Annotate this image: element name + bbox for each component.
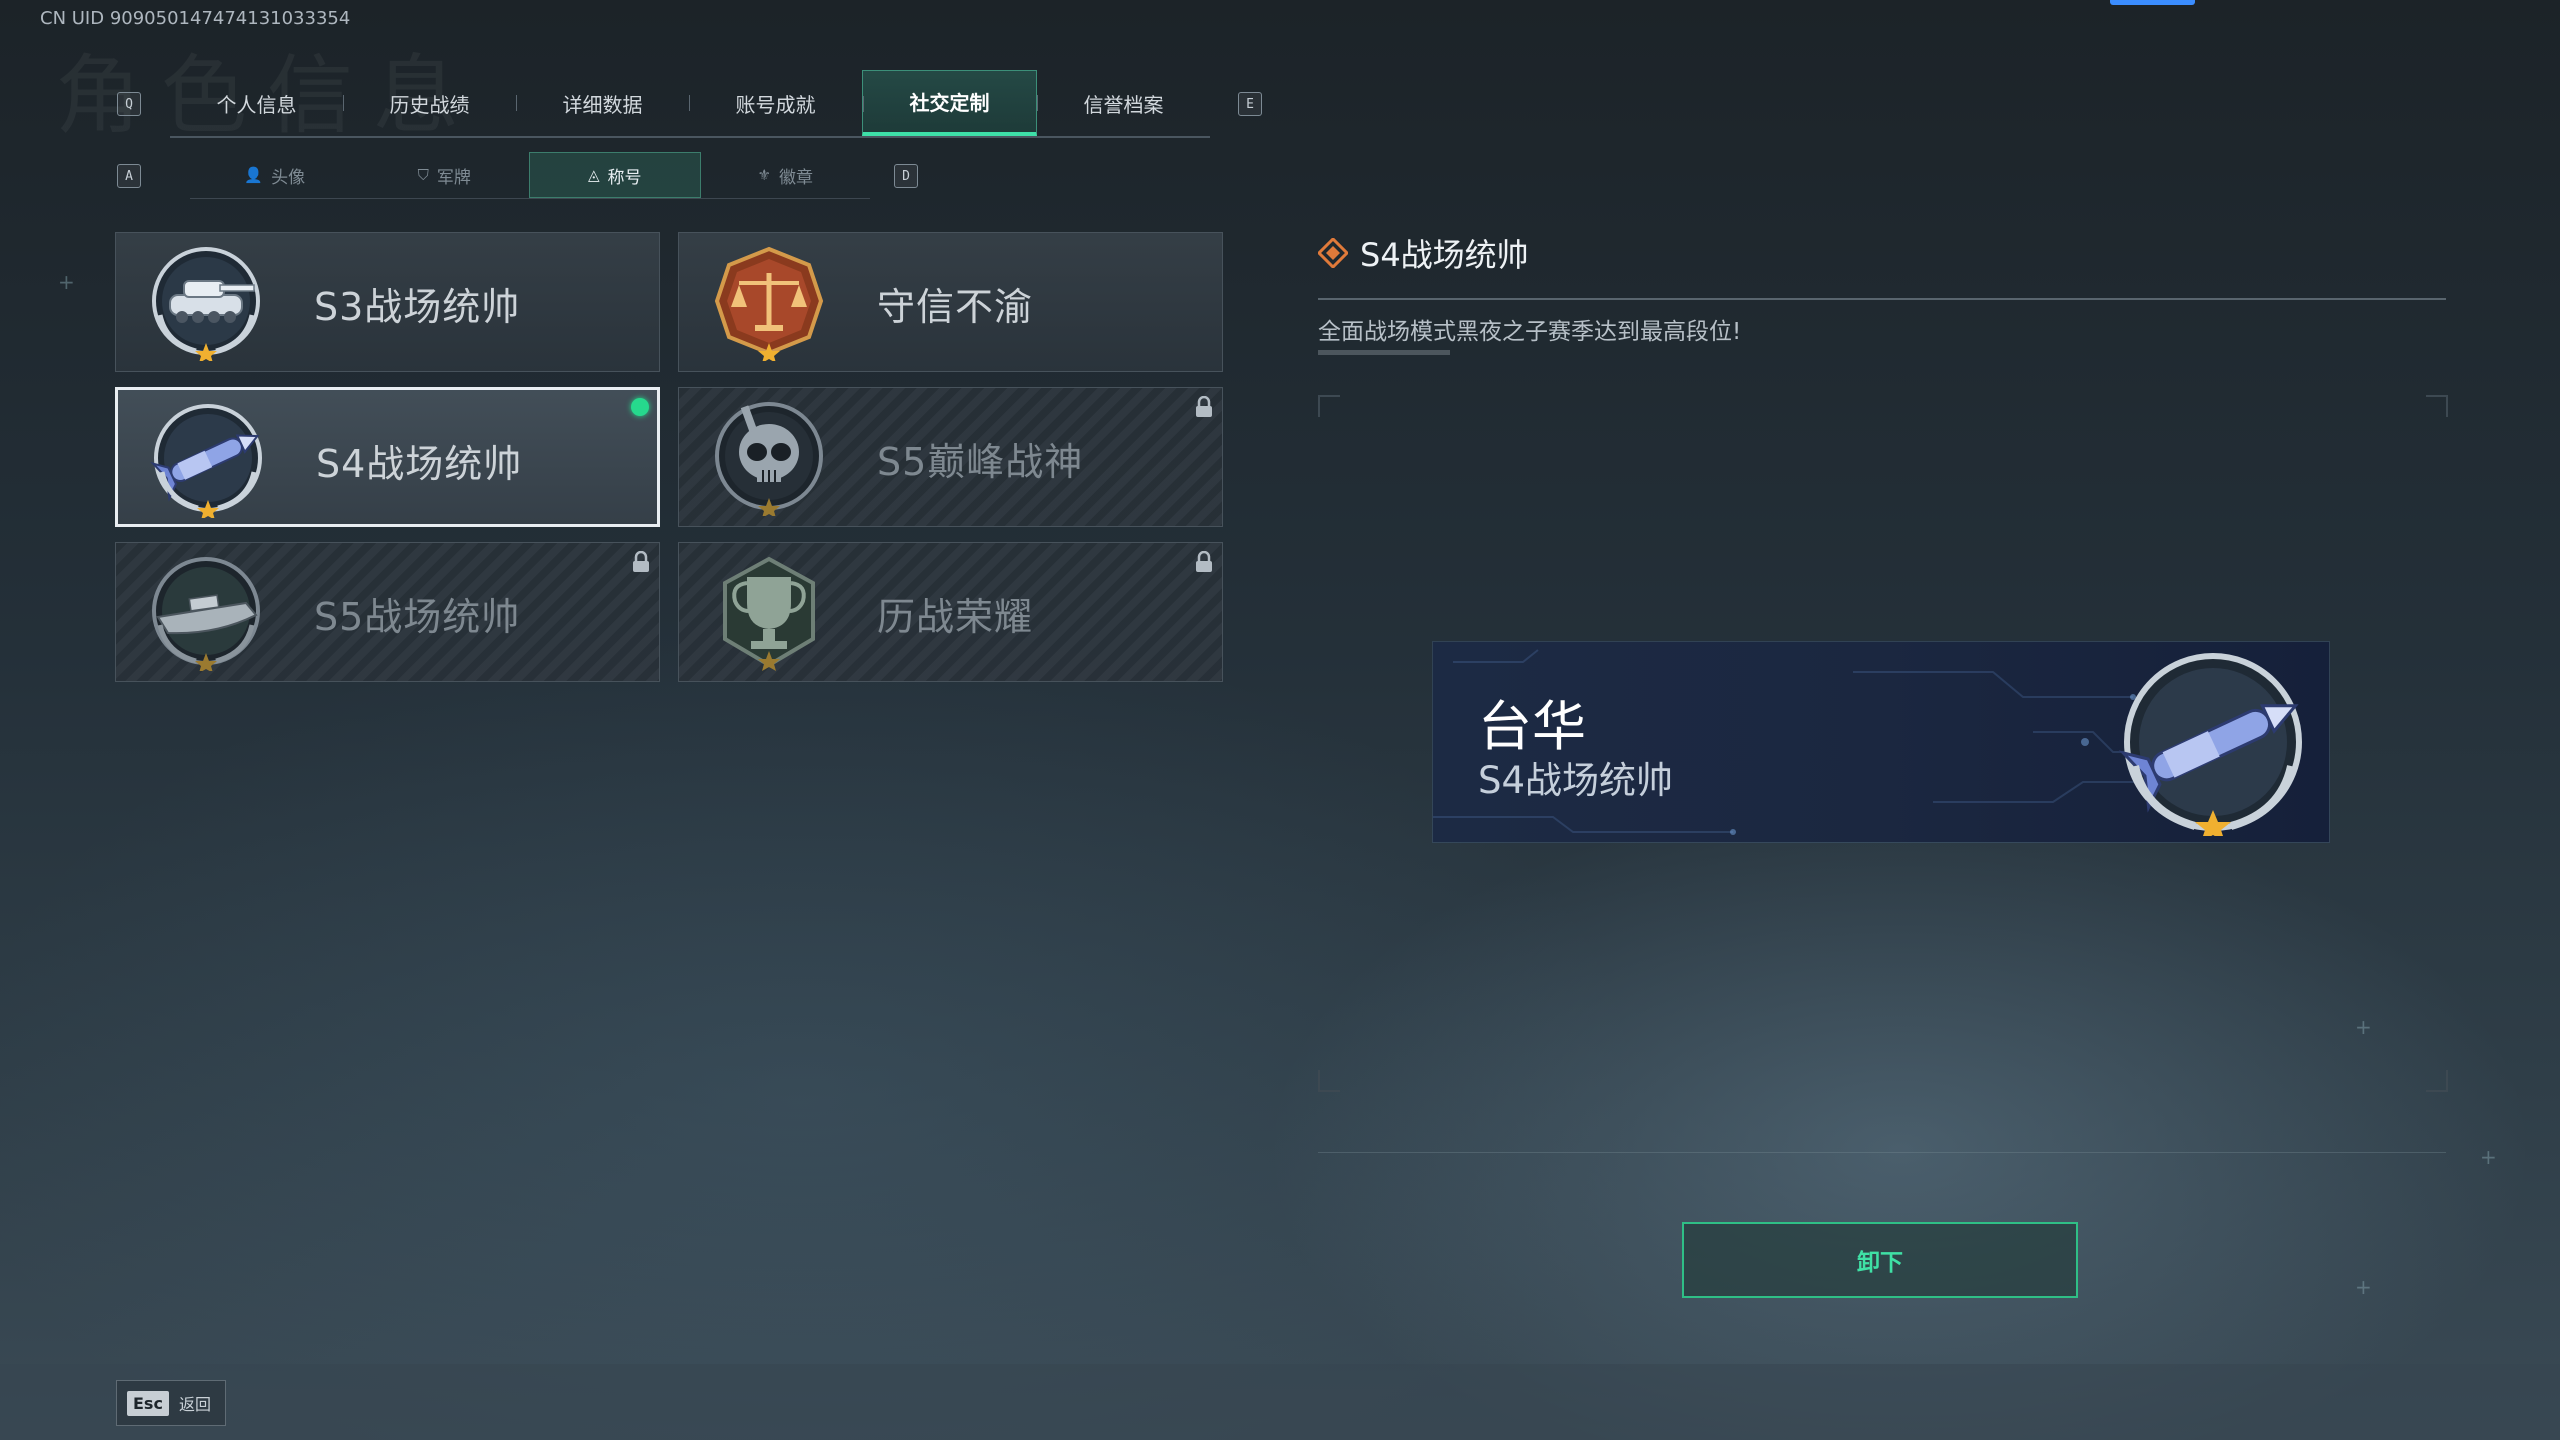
tab-reputation[interactable]: 信誉档案 <box>1037 70 1210 136</box>
boat-emblem-icon <box>152 557 260 671</box>
missile-emblem-icon <box>2118 653 2302 836</box>
badge-icon: ⚜ <box>757 166 771 184</box>
sub-tabs: 👤 头像 ⛉ 军牌 ◬ 称号 ⚜ 徽章 <box>190 152 870 199</box>
panel-bottom-divider <box>1318 1152 2446 1153</box>
title-card-label: S5战场统帅 <box>314 594 521 639</box>
trophy-emblem-icon <box>723 556 815 671</box>
dogtag-icon: ⛉ <box>417 166 429 184</box>
decor-cross: + <box>2355 1275 2372 1299</box>
key-hint-e: E <box>1238 92 1262 116</box>
skull-emblem-icon <box>715 402 823 516</box>
detail-divider <box>1318 298 2446 300</box>
subtab-label: 头像 <box>271 167 306 188</box>
detail-progress-bar <box>1318 350 1450 355</box>
subtab-label: 称号 <box>607 167 642 188</box>
decor-cross: + <box>58 270 75 294</box>
top-indicator <box>2110 0 2195 5</box>
missile-emblem-icon <box>150 404 262 518</box>
decor-cross: + <box>2480 1145 2497 1169</box>
subtab-dogtag[interactable]: ⛉ 军牌 <box>360 152 530 198</box>
title-card-label: S3战场统帅 <box>314 284 521 329</box>
title-card-label: S4战场统帅 <box>316 441 523 486</box>
subtab-avatar[interactable]: 👤 头像 <box>190 152 360 198</box>
subtab-label: 徽章 <box>778 167 813 188</box>
title-card-s5-commander[interactable]: S5战场统帅 <box>115 542 660 682</box>
title-card-label: S5巅峰战神 <box>877 439 1084 484</box>
tab-detailed-data[interactable]: 详细数据 <box>516 70 689 136</box>
title-card-label: 守信不渝 <box>877 284 1034 329</box>
tab-achievements[interactable]: 账号成就 <box>689 70 862 136</box>
frame-corner <box>1318 1070 1340 1092</box>
key-hint-d: D <box>894 164 918 188</box>
footer-bar <box>0 1364 2560 1440</box>
title-card-label: 历战荣耀 <box>877 594 1034 639</box>
frame-corner <box>2426 395 2448 417</box>
back-button[interactable]: Esc 返回 <box>116 1380 226 1426</box>
equipped-indicator <box>631 398 649 416</box>
player-uid: CN UID 909050147474131033354 <box>40 8 351 29</box>
lock-icon <box>633 551 649 572</box>
detail-title: S4战场统帅 <box>1360 236 1529 274</box>
lock-icon <box>1196 551 1212 572</box>
esc-key: Esc <box>127 1390 169 1416</box>
subtab-label: 军牌 <box>436 167 471 188</box>
back-label: 返回 <box>178 1395 211 1414</box>
nameplate-preview: 台华 S4战场统帅 <box>1433 642 2329 842</box>
diamond-marker-icon <box>1318 238 1348 268</box>
title-triangle-icon: ◬ <box>587 166 600 184</box>
decor-cross: + <box>2355 1015 2372 1039</box>
nameplate-title: S4战场统帅 <box>1478 759 1674 802</box>
subtab-title[interactable]: ◬ 称号 <box>529 152 701 198</box>
person-icon: 👤 <box>244 166 264 184</box>
title-card-s4-commander[interactable]: S4战场统帅 <box>115 387 660 527</box>
title-card-s3-commander[interactable]: S3战场统帅 <box>115 232 660 372</box>
lock-icon <box>1196 396 1212 417</box>
title-card-keep-faith[interactable]: 守信不渝 <box>678 232 1223 372</box>
key-hint-q: Q <box>117 92 141 116</box>
tab-personal-info[interactable]: 个人信息 <box>170 70 343 136</box>
detail-description: 全面战场模式黑夜之子赛季达到最高段位! <box>1318 319 1742 345</box>
key-hint-a: A <box>117 164 141 188</box>
detail-header: S4战场统帅 <box>1318 230 1529 276</box>
unequip-button[interactable]: 卸下 <box>1682 1222 2078 1298</box>
subtab-badge[interactable]: ⚜ 徽章 <box>701 152 871 198</box>
frame-corner <box>1318 395 1340 417</box>
tab-social-customization[interactable]: 社交定制 <box>862 70 1037 136</box>
tank-emblem-icon <box>152 247 260 361</box>
tab-history[interactable]: 历史战绩 <box>343 70 516 136</box>
main-tabs: 个人信息 历史战绩 详细数据 账号成就 社交定制 信誉档案 <box>170 70 1210 138</box>
scales-emblem-icon <box>714 246 824 361</box>
frame-corner <box>2426 1070 2448 1092</box>
title-card-battle-glory[interactable]: 历战荣耀 <box>678 542 1223 682</box>
title-card-s5-war-god[interactable]: S5巅峰战神 <box>678 387 1223 527</box>
